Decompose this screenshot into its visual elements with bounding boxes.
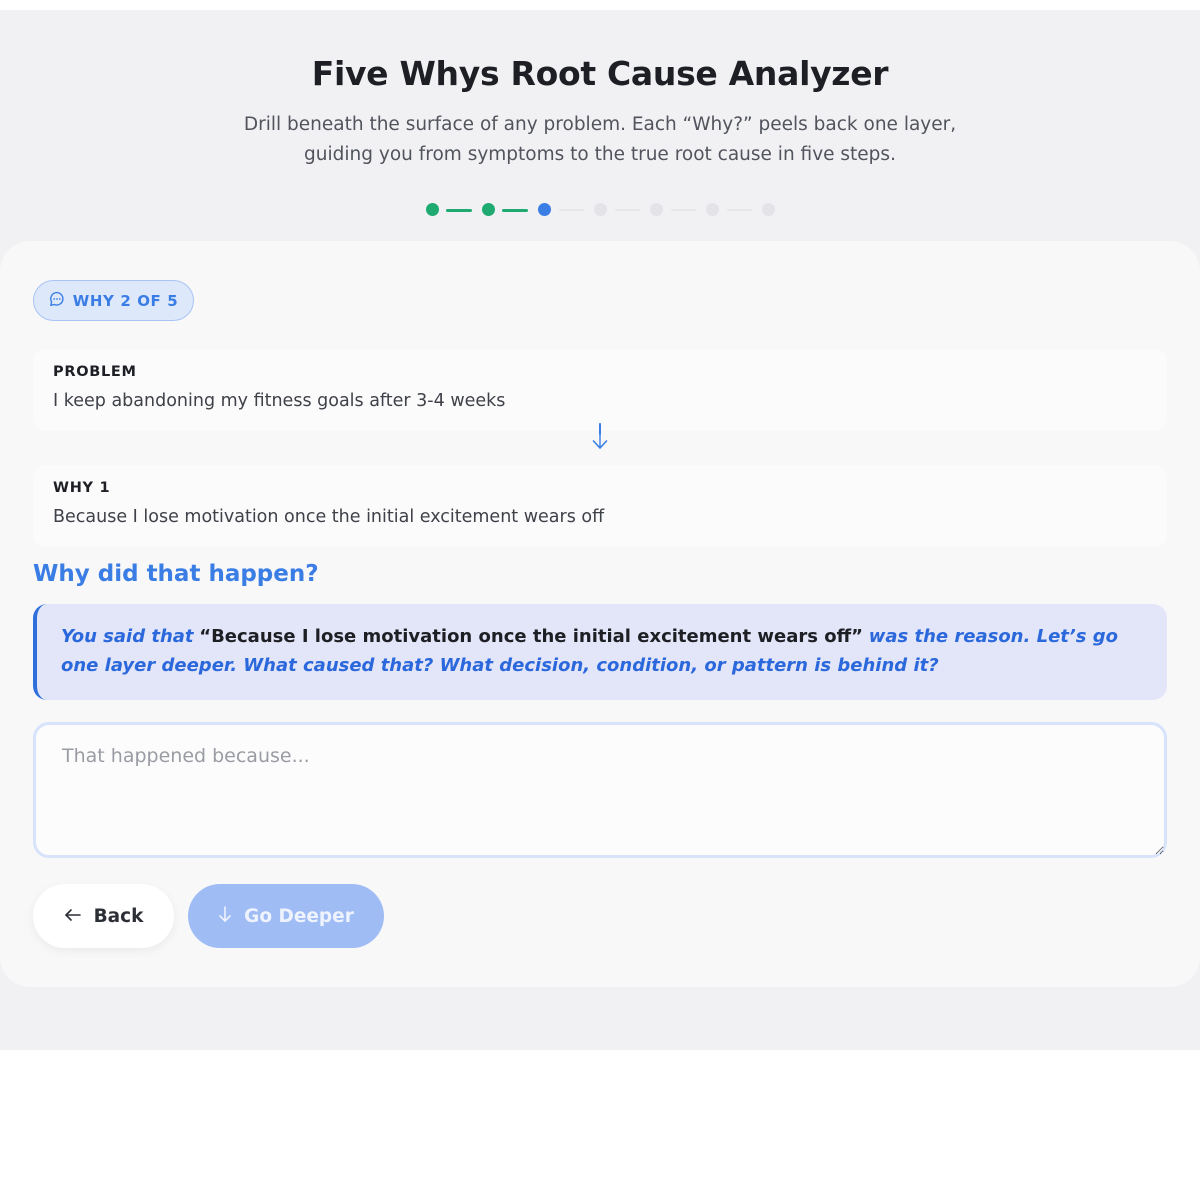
history-label: PROBLEM <box>53 364 137 380</box>
step-dot-2 <box>482 203 495 216</box>
step-dot-7 <box>762 203 775 216</box>
step-dot-1 <box>426 203 439 216</box>
history-label: WHY 1 <box>53 480 111 496</box>
history-text: Because I lose motivation once the initi… <box>53 507 605 527</box>
step-connector-6 <box>727 209 752 211</box>
chat-bubble-icon <box>49 291 65 311</box>
analysis-card: WHY 2 OF 5 PROBLEM I keep abandoning my … <box>0 241 1200 987</box>
step-connector-3 <box>559 209 584 211</box>
step-dot-5 <box>650 203 663 216</box>
question-heading: Why did that happen? <box>33 561 319 587</box>
prompt-quote: “Because I lose motivation once the init… <box>199 626 863 647</box>
go-deeper-button[interactable]: Go Deeper <box>188 884 384 948</box>
progress-stepper <box>424 201 780 217</box>
step-connector-1 <box>446 209 472 212</box>
arrow-down-icon <box>590 422 610 452</box>
back-button-label: Back <box>93 905 144 927</box>
go-deeper-button-label: Go Deeper <box>244 905 354 927</box>
answer-input[interactable] <box>33 722 1167 858</box>
step-dot-3 <box>538 203 551 216</box>
step-connector-4 <box>615 209 640 211</box>
step-dot-6 <box>706 203 719 216</box>
history-item-why-1: WHY 1 Because I lose motivation once the… <box>33 465 1167 547</box>
back-button[interactable]: Back <box>33 884 174 948</box>
page-subtitle: Drill beneath the surface of any problem… <box>243 114 957 165</box>
app-root: Five Whys Root Cause Analyzer Drill bene… <box>0 10 1200 1050</box>
step-badge: WHY 2 OF 5 <box>33 280 194 321</box>
history-item-problem: PROBLEM I keep abandoning my fitness goa… <box>33 349 1167 431</box>
prompt-lead: You said that <box>61 626 194 647</box>
step-connector-5 <box>671 209 696 211</box>
step-badge-label: WHY 2 OF 5 <box>72 291 179 310</box>
arrow-left-icon <box>64 906 82 927</box>
history-text: I keep abandoning my fitness goals after… <box>53 391 506 411</box>
follow-up-prompt: You said that “Because I lose motivation… <box>33 604 1167 700</box>
step-connector-2 <box>502 209 528 212</box>
step-dot-4 <box>594 203 607 216</box>
arrow-down-icon <box>218 905 232 928</box>
page-title: Five Whys Root Cause Analyzer <box>311 54 889 93</box>
